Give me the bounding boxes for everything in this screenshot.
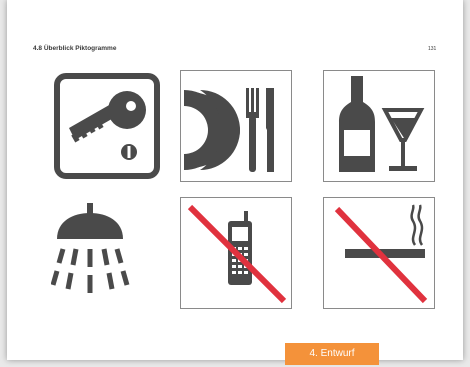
document-page: 4.8 Überblick Piktogramme 131 bbox=[7, 0, 463, 360]
plate-cutlery-icon bbox=[180, 70, 292, 182]
page-number: 131 bbox=[428, 46, 437, 52]
section-title: 4.8 Überblick Piktogramme bbox=[33, 45, 117, 52]
no-smoking-icon bbox=[323, 197, 435, 309]
draft-badge: 4. Entwurf bbox=[285, 343, 379, 365]
room-key-icon bbox=[51, 70, 163, 182]
bottle-glass-icon bbox=[323, 70, 435, 182]
shower-icon bbox=[51, 197, 163, 309]
no-mobile-phone-icon bbox=[180, 197, 292, 309]
